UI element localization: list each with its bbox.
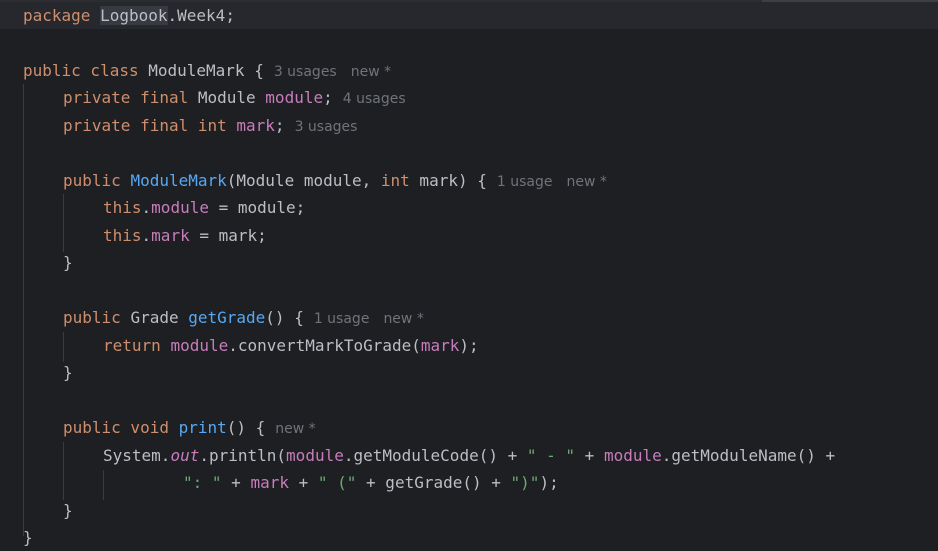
brace: } bbox=[63, 363, 73, 382]
code-line-println-2[interactable]: ": " + mark + " (" + getGrade() + ")"); bbox=[183, 469, 559, 496]
dot: . bbox=[141, 226, 152, 245]
code-line-return[interactable]: return module.convertMarkToGrade(mark); bbox=[103, 332, 479, 359]
method-name: getGrade bbox=[188, 308, 266, 327]
field-name: module bbox=[151, 198, 209, 217]
code-line-field-mark[interactable]: private final int mark; 3 usages bbox=[63, 112, 357, 139]
indent-guide bbox=[23, 84, 24, 536]
keyword: public void bbox=[63, 418, 179, 437]
usages-hint[interactable]: 1 usage bbox=[497, 174, 553, 190]
field-name: mark bbox=[236, 116, 275, 135]
method-call: .convertMarkToGrade( bbox=[228, 336, 421, 355]
field-name: mark bbox=[151, 226, 190, 245]
code-line-assign-module[interactable]: this.module = module; bbox=[103, 194, 305, 221]
call-end: ); bbox=[459, 336, 479, 355]
constructor-name: ModuleMark bbox=[130, 171, 227, 190]
operator: + bbox=[575, 446, 604, 465]
author-hint[interactable]: new * bbox=[351, 64, 391, 80]
string-literal: " (" bbox=[317, 473, 357, 492]
method-call: .getModuleCode() + bbox=[343, 446, 527, 465]
code-line-print-method[interactable]: public void print() { new * bbox=[63, 414, 316, 441]
code-line-close-brace[interactable]: } bbox=[23, 524, 33, 551]
author-hint[interactable]: new * bbox=[275, 421, 315, 437]
brace: } bbox=[23, 528, 33, 547]
usages-hint[interactable]: 1 usage bbox=[314, 311, 370, 327]
field-name: module bbox=[603, 446, 662, 465]
usages-hint[interactable]: 3 usages bbox=[274, 64, 337, 80]
assignment: = module; bbox=[208, 198, 306, 217]
call-end: ); bbox=[539, 473, 559, 492]
string-literal: " - " bbox=[526, 446, 576, 465]
field-name: mark bbox=[420, 336, 460, 355]
params: () { bbox=[265, 308, 304, 327]
usages-hint[interactable]: 3 usages bbox=[295, 119, 358, 135]
package-name: Logbook bbox=[100, 6, 168, 25]
package-rest: .Week4; bbox=[167, 6, 235, 25]
code-line-get-grade[interactable]: public Grade getGrade() { 1 usage new * bbox=[63, 304, 424, 331]
class-name: ModuleMark { bbox=[148, 61, 264, 80]
keyword: public bbox=[63, 171, 131, 190]
keyword: int bbox=[380, 171, 410, 190]
keyword: public class bbox=[23, 61, 149, 80]
indent-guide bbox=[63, 332, 64, 362]
code-editor[interactable]: package Logbook.Week4; public class Modu… bbox=[0, 0, 938, 551]
indent-guide bbox=[103, 470, 104, 500]
code-line-close-brace[interactable]: } bbox=[63, 249, 73, 276]
type-name: Module bbox=[197, 88, 266, 107]
keyword: package bbox=[23, 6, 91, 25]
string-literal: ")" bbox=[510, 473, 540, 492]
method-name: print bbox=[178, 418, 227, 437]
keyword: private final int bbox=[63, 116, 237, 135]
field-name: module bbox=[286, 446, 344, 465]
semicolon: ; bbox=[323, 88, 333, 107]
keyword: public bbox=[63, 308, 131, 327]
keyword: this bbox=[103, 198, 142, 217]
params: (Module module, bbox=[226, 171, 381, 190]
code-line-field-module[interactable]: private final Module module; 4 usages bbox=[63, 84, 406, 111]
method-call: .getModuleName() + bbox=[661, 446, 836, 465]
class-ref: System. bbox=[103, 446, 171, 465]
assignment: = mark; bbox=[189, 226, 267, 245]
code-line-constructor[interactable]: public ModuleMark(Module module, int mar… bbox=[63, 167, 607, 194]
keyword: return bbox=[103, 336, 171, 355]
brace: } bbox=[63, 253, 73, 272]
dot: . bbox=[141, 198, 152, 217]
method-call: + getGrade() + bbox=[356, 473, 511, 492]
string-literal: ": " bbox=[183, 473, 222, 492]
params: mark) { bbox=[409, 171, 487, 190]
params: () { bbox=[226, 418, 266, 437]
author-hint[interactable]: new * bbox=[566, 174, 606, 190]
code-line-class-decl[interactable]: public class ModuleMark { 3 usages new * bbox=[23, 57, 391, 84]
brace: } bbox=[63, 501, 73, 520]
type-name: Grade bbox=[130, 308, 189, 327]
method-call: .println( bbox=[199, 446, 287, 465]
code-line-package[interactable]: package Logbook.Week4; bbox=[23, 2, 235, 29]
code-line-close-brace[interactable]: } bbox=[63, 359, 73, 386]
usages-hint[interactable]: 4 usages bbox=[343, 91, 406, 107]
author-hint[interactable]: new * bbox=[383, 311, 423, 327]
indent-guide bbox=[63, 442, 64, 500]
operator: + bbox=[288, 473, 318, 492]
code-line-println-1[interactable]: System.out.println(module.getModuleCode(… bbox=[103, 442, 835, 469]
keyword: private final bbox=[63, 88, 198, 107]
indent-guide bbox=[63, 194, 64, 252]
field-name: mark bbox=[250, 473, 289, 492]
operator: + bbox=[221, 473, 251, 492]
field-name: module bbox=[170, 336, 229, 355]
semicolon: ; bbox=[274, 116, 285, 135]
static-field: out bbox=[170, 446, 200, 465]
field-name: module bbox=[265, 88, 324, 107]
code-line-assign-mark[interactable]: this.mark = mark; bbox=[103, 222, 267, 249]
code-line-close-brace[interactable]: } bbox=[63, 497, 73, 524]
keyword: this bbox=[103, 226, 142, 245]
